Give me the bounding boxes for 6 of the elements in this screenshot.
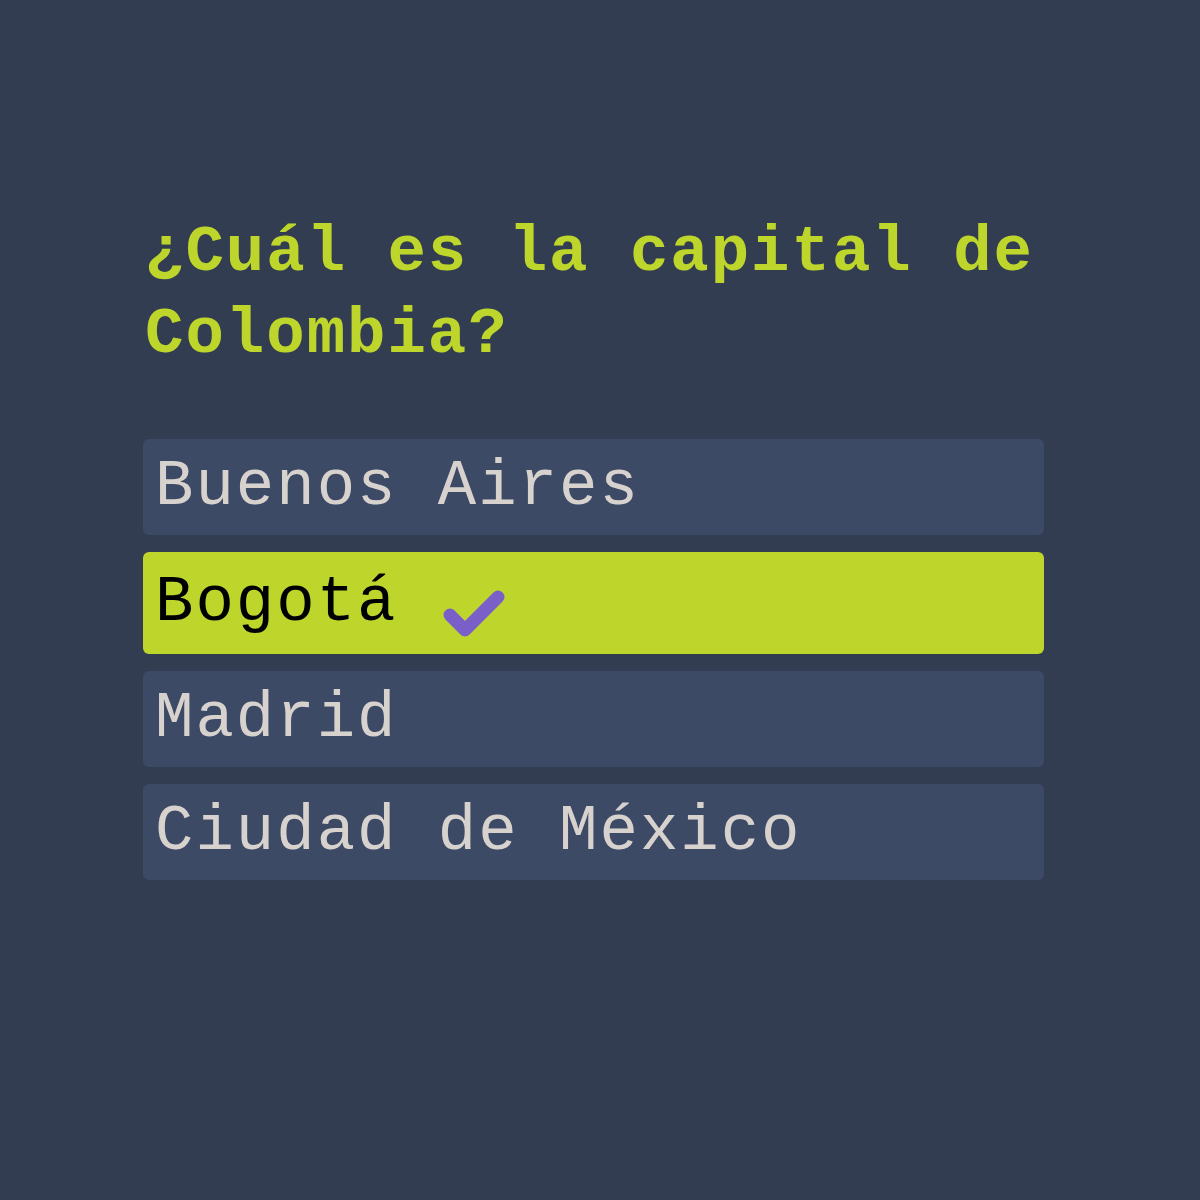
checkmark-icon xyxy=(443,589,506,637)
answer-option[interactable]: Madrid xyxy=(143,671,1044,767)
question-text: ¿Cuál es la capital de Colombia? xyxy=(144,216,1035,373)
answer-option[interactable]: Buenos Aires xyxy=(143,439,1044,535)
answer-option[interactable]: Bogotá xyxy=(143,552,1044,654)
answer-option[interactable]: Ciudad de México xyxy=(143,784,1044,880)
